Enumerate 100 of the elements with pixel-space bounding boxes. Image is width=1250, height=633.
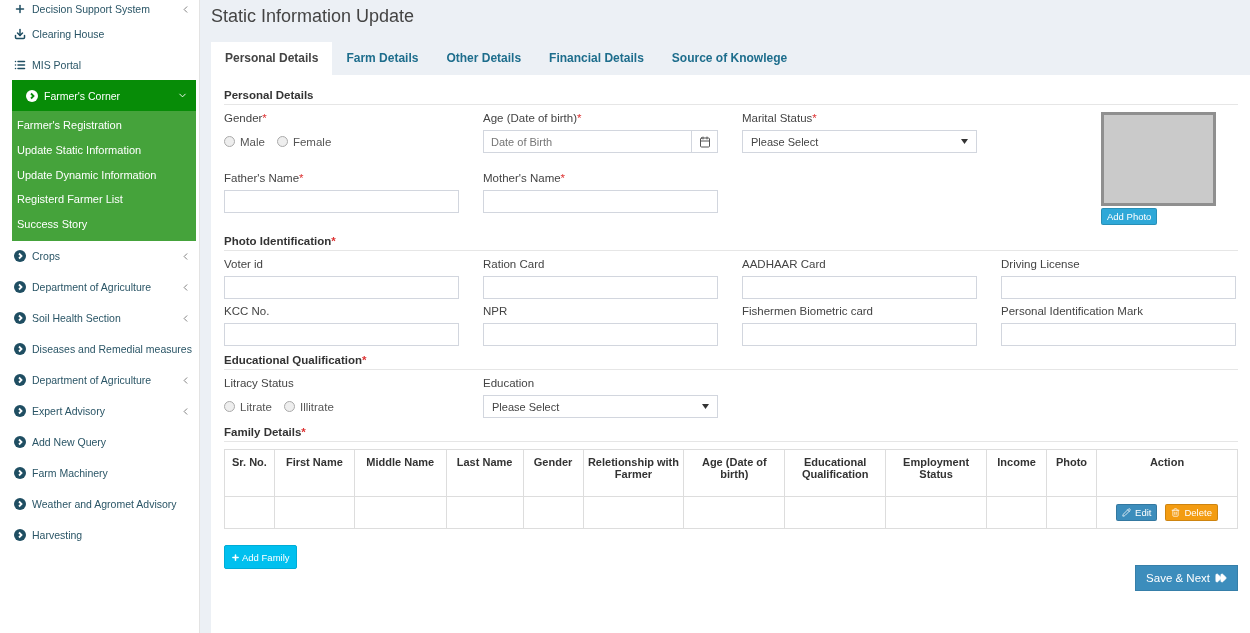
radio-option[interactable]: Illitrate bbox=[283, 400, 334, 413]
pencil-icon bbox=[1122, 508, 1132, 517]
sidebar-item[interactable]: Decision Support System bbox=[0, 0, 199, 18]
column-header: Gender bbox=[523, 449, 583, 497]
radio-option[interactable]: Litrate bbox=[224, 400, 272, 413]
required-mark: * bbox=[331, 235, 336, 247]
tab[interactable]: Financial Details bbox=[535, 42, 658, 75]
field-label: KCC No. bbox=[224, 305, 270, 317]
sidebar-item[interactable]: Harvesting bbox=[0, 520, 199, 551]
tab[interactable]: Personal Details bbox=[211, 42, 333, 75]
sidebar-item[interactable]: Expert Advisory bbox=[0, 396, 199, 427]
plus-icon bbox=[231, 552, 240, 562]
sidebar-item[interactable]: Clearing House bbox=[0, 18, 199, 49]
tab[interactable]: Source of Knowlege bbox=[657, 42, 802, 75]
tab[interactable]: Farm Details bbox=[332, 42, 433, 75]
input-field[interactable] bbox=[483, 323, 718, 346]
section-heading: Educational Qualification bbox=[224, 354, 363, 366]
column-header: Educational Qualification bbox=[784, 449, 886, 497]
section-heading: Family Details bbox=[224, 426, 302, 438]
section-heading: Personal Details bbox=[224, 89, 314, 101]
input-field[interactable] bbox=[1001, 276, 1236, 299]
field-label: Litracy Status bbox=[224, 377, 294, 389]
column-header: Age (Date of birth) bbox=[683, 449, 785, 497]
column-header: Employment Status bbox=[885, 449, 987, 497]
column-header: First Name bbox=[274, 449, 355, 497]
field-label: Marital Status bbox=[742, 112, 813, 124]
chevron-circle-icon bbox=[14, 281, 26, 294]
sidebar-item[interactable]: Weather and Agromet Advisory bbox=[0, 489, 199, 520]
input-field[interactable] bbox=[742, 323, 977, 346]
section-heading: Photo Identification bbox=[224, 235, 332, 247]
fast-forward-icon bbox=[1215, 572, 1227, 584]
field-label: Driving License bbox=[1001, 258, 1080, 270]
field-label: Fishermen Biometric card bbox=[742, 305, 873, 317]
input-field[interactable] bbox=[224, 189, 459, 213]
field-label: Personal Identification Mark bbox=[1001, 305, 1143, 317]
column-header: Reletionship with Farmer bbox=[583, 449, 684, 497]
column-header: Action bbox=[1096, 449, 1238, 497]
dropdown-arrow-icon bbox=[961, 139, 968, 144]
required-mark: * bbox=[812, 112, 817, 124]
required-mark: * bbox=[576, 112, 582, 124]
column-header: Income bbox=[986, 449, 1047, 497]
required-mark: * bbox=[301, 426, 306, 438]
field-label: Mother's Name bbox=[483, 171, 561, 184]
chevron-circle-icon bbox=[14, 250, 26, 263]
required-mark: * bbox=[560, 171, 566, 184]
select-field[interactable]: Please Select bbox=[742, 130, 977, 153]
field-label: Education bbox=[483, 377, 535, 389]
chevron-circle-icon bbox=[14, 529, 26, 542]
required-mark: * bbox=[299, 171, 304, 184]
field-label: Age (Date of birth) bbox=[483, 112, 577, 124]
radio-option[interactable]: Male bbox=[224, 135, 265, 148]
field-label: Ration Card bbox=[483, 258, 545, 270]
plus-icon bbox=[14, 3, 26, 15]
sidebar-item[interactable]: Crops bbox=[0, 241, 199, 272]
save-next-button[interactable]: Save & Next bbox=[1135, 565, 1238, 591]
sidebar-item[interactable]: Diseases and Remedial measures bbox=[0, 334, 199, 365]
required-mark: * bbox=[362, 354, 367, 366]
sidebar-item[interactable]: Add New Query bbox=[0, 427, 199, 458]
input-field[interactable] bbox=[483, 189, 718, 213]
date-field[interactable]: Date of Birth bbox=[483, 130, 692, 153]
dropdown-arrow-icon bbox=[702, 404, 709, 409]
sidebar-item[interactable]: Soil Health Section bbox=[0, 303, 199, 334]
field-label: Voter id bbox=[224, 258, 263, 270]
column-header: Last Name bbox=[446, 449, 524, 497]
calendar-button[interactable] bbox=[692, 130, 718, 153]
edit-button[interactable]: Edit bbox=[1116, 504, 1158, 521]
chevron-circle-icon bbox=[14, 436, 26, 449]
calendar-icon bbox=[698, 135, 711, 148]
trash-icon bbox=[1171, 508, 1181, 517]
chevron-circle-icon bbox=[14, 374, 26, 387]
chevron-circle-icon bbox=[14, 405, 26, 418]
required-mark: * bbox=[262, 112, 267, 124]
chevron-circle-icon bbox=[14, 312, 26, 325]
page-title: Static Information Update bbox=[211, 6, 416, 28]
radio-option[interactable]: Female bbox=[276, 135, 332, 148]
chevron-circle-icon bbox=[14, 467, 26, 480]
chevron-circle-icon bbox=[14, 343, 26, 356]
field-label: NPR bbox=[483, 305, 508, 317]
tab[interactable]: Other Details bbox=[432, 42, 536, 75]
column-header: Photo bbox=[1046, 449, 1097, 497]
input-field[interactable] bbox=[224, 323, 459, 346]
sidebar-item[interactable]: Department of Agriculture bbox=[0, 272, 199, 303]
sidebar-item[interactable]: MIS Portal bbox=[0, 49, 199, 80]
sidebar-item[interactable]: Farmer's Corner bbox=[12, 80, 196, 111]
field-label: Father's Name bbox=[224, 171, 300, 184]
input-field[interactable] bbox=[1001, 323, 1236, 346]
column-header: Sr. No. bbox=[224, 449, 275, 497]
field-label: Gender bbox=[224, 112, 263, 124]
chevron-circle-icon bbox=[14, 498, 26, 511]
select-field[interactable]: Please Select bbox=[483, 395, 718, 418]
download-icon bbox=[14, 27, 26, 40]
sidebar-item[interactable]: Department of Agriculture bbox=[0, 365, 199, 396]
list-icon bbox=[14, 58, 26, 71]
input-field[interactable] bbox=[224, 276, 459, 299]
input-field[interactable] bbox=[483, 276, 718, 299]
input-field[interactable] bbox=[742, 276, 977, 299]
sidebar-item[interactable]: Farm Machinery bbox=[0, 458, 199, 489]
chevron-circle-icon bbox=[26, 89, 38, 102]
column-header: Middle Name bbox=[354, 449, 447, 497]
field-label: AADHAAR Card bbox=[742, 258, 826, 270]
